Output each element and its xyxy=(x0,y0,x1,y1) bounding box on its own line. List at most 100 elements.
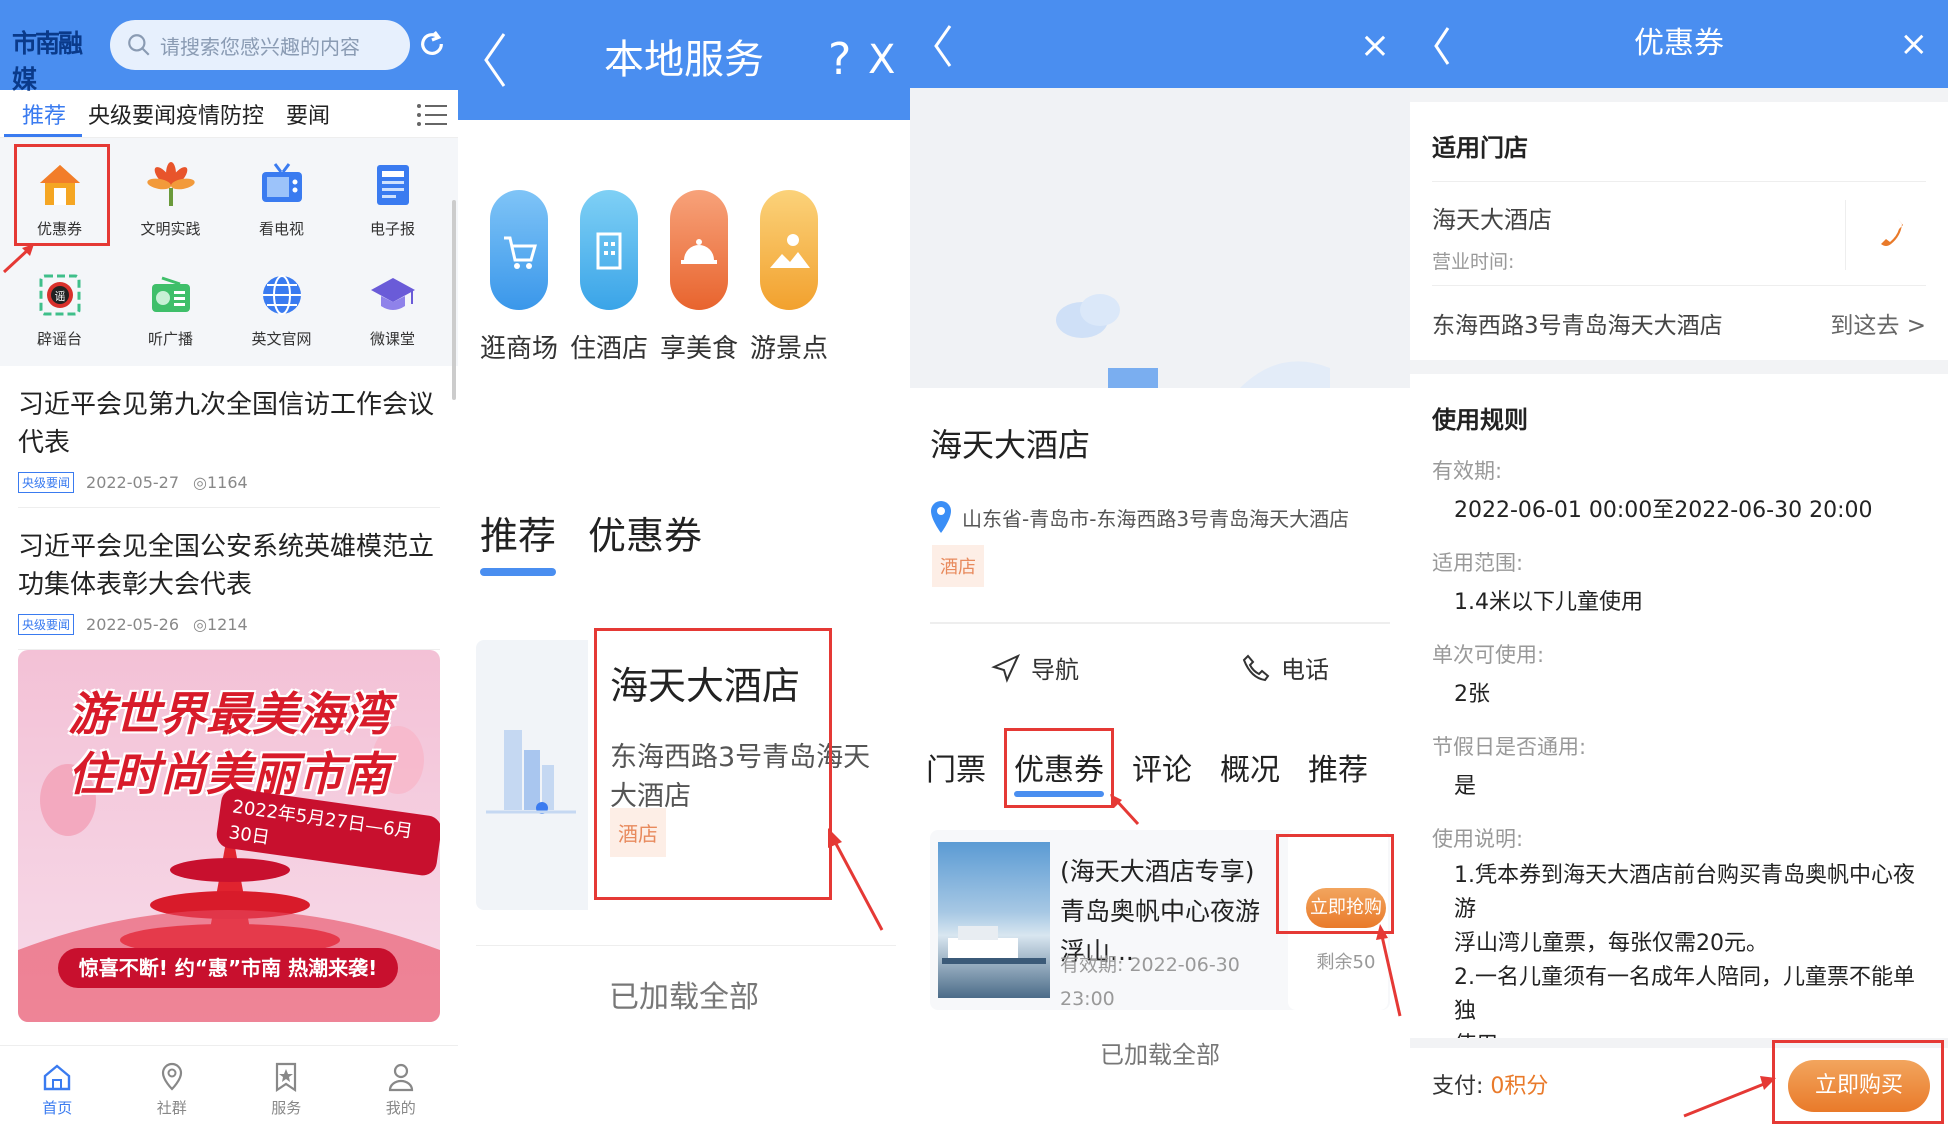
spacer xyxy=(1410,360,1948,374)
svg-text:谣: 谣 xyxy=(54,290,65,303)
globe-icon xyxy=(262,274,301,315)
nav-service[interactable]: 服务 xyxy=(229,1046,344,1132)
store-section: 适用门店 海天大酒店 营业时间: 东海西路3号青岛海天大酒店 到这去 > xyxy=(1410,102,1948,360)
grid-item-rumor[interactable]: 谣 辟谣台 xyxy=(4,256,115,362)
hotel-location: 山东省-青岛市-东海西路3号青岛海天大酒店 xyxy=(930,500,1349,534)
tab-coupon[interactable]: 优惠券 xyxy=(588,505,702,560)
phone-icon[interactable] xyxy=(1874,216,1908,250)
grid-item-civilization[interactable]: 文明实践 xyxy=(115,146,226,252)
news-views: 1214 xyxy=(206,615,248,634)
nav-community[interactable]: 社群 xyxy=(115,1046,230,1132)
category-scenic[interactable]: 游景点 xyxy=(744,190,834,365)
loaded-all-text: 已加载全部 xyxy=(609,980,759,1015)
grid-label: 英文官网 xyxy=(251,329,312,348)
tab-tickets[interactable]: 门票 xyxy=(926,745,986,789)
house-icon xyxy=(39,164,80,205)
grab-now-button[interactable]: 立即抢购 xyxy=(1306,888,1386,928)
radio-icon xyxy=(151,276,190,312)
grid-label: 电子报 xyxy=(369,219,415,238)
scrollbar[interactable] xyxy=(452,200,456,400)
promo-banner[interactable]: 游世界最美海湾 住时尚美丽市南 2022年5月27日—6月30日 惊喜不断! 约… xyxy=(18,650,440,1022)
help-icon[interactable]: ? xyxy=(828,30,851,90)
coupon-card[interactable]: (海天大酒店专享) 青岛奥帆中心夜游浮山... 有效期: 2022-06-30 … xyxy=(930,830,1390,1010)
services-header: 本地服务 ? X xyxy=(458,0,910,120)
close-icon[interactable]: × xyxy=(1360,22,1390,70)
home-header: 市南融媒 请搜索您感兴趣的内容 xyxy=(0,0,458,94)
news-item[interactable]: 习近平会见第九次全国信访工作会议代表 央级要闻 2022-05-27 ◎ 116… xyxy=(18,366,440,508)
category-mall[interactable]: 逛商场 xyxy=(474,190,564,365)
coupon-validity: 有效期: 2022-06-30 23:00 xyxy=(1060,948,1260,1016)
nav-label: 社群 xyxy=(156,1098,187,1117)
rule-label: 使用说明: xyxy=(1432,827,1524,851)
tab-central-news[interactable]: 央级要闻 xyxy=(88,98,176,130)
tab-coupon[interactable]: 优惠券 xyxy=(1014,745,1104,797)
grid-label: 优惠券 xyxy=(36,219,82,238)
grid-label: 看电视 xyxy=(258,219,304,238)
coupon-detail-screen: 优惠券 × 适用门店 海天大酒店 营业时间: 东海西路3号青岛海天大酒店 到这去… xyxy=(1410,0,1948,1132)
go-here-link[interactable]: 到这去 > xyxy=(1830,306,1926,340)
flower-icon xyxy=(146,161,195,206)
tab-recommend[interactable]: 推荐 xyxy=(1308,745,1368,789)
category-hotel[interactable]: 住酒店 xyxy=(564,190,654,365)
banner-slogan: 惊喜不断! 约“惠”市南 热潮来袭! xyxy=(58,948,398,988)
store-address: 东海西路3号青岛海天大酒店 xyxy=(1432,313,1723,339)
tab-news[interactable]: 要闻 xyxy=(264,98,352,130)
location-pin-icon xyxy=(161,1062,182,1091)
eye-icon: ◎ xyxy=(193,473,207,492)
grid-label: 文明实践 xyxy=(140,219,201,238)
grid-item-tv[interactable]: 看电视 xyxy=(226,146,337,252)
home-icon xyxy=(44,1063,71,1090)
section-title: 适用门店 xyxy=(1432,134,1528,162)
grid-item-micro-class[interactable]: 微课堂 xyxy=(337,256,448,362)
category-label: 逛商场 xyxy=(479,334,558,364)
close-icon[interactable]: X xyxy=(868,30,895,90)
call-button[interactable]: 电话 xyxy=(1160,650,1410,685)
navigate-label: 导航 xyxy=(1031,656,1079,684)
category-food[interactable]: 享美食 xyxy=(654,190,744,365)
category-label: 游景点 xyxy=(749,334,828,364)
dining-bell-icon xyxy=(670,190,728,310)
grid-item-radio[interactable]: 听广播 xyxy=(115,256,226,362)
tab-recommend[interactable]: 推荐 xyxy=(480,505,557,576)
category-label: 享美食 xyxy=(659,334,738,364)
hotel-card[interactable]: 海天大酒店 东海西路3号青岛海天大酒店 酒店 xyxy=(476,640,896,910)
tab-recommend[interactable]: 推荐 xyxy=(0,98,88,130)
back-icon[interactable] xyxy=(930,22,956,70)
grid-item-english-site[interactable]: 英文官网 xyxy=(226,256,337,362)
hotel-name: 海天大酒店 xyxy=(930,426,1091,464)
grid-label: 微课堂 xyxy=(369,329,415,348)
newspaper-icon xyxy=(376,164,409,205)
remaining-count: 剩余50 xyxy=(1316,952,1376,973)
rumor-icon: 谣 xyxy=(39,274,80,315)
nav-label: 我的 xyxy=(385,1098,416,1117)
building-icon xyxy=(580,190,638,310)
nav-home[interactable]: 首页 xyxy=(0,1046,115,1132)
tab-reviews[interactable]: 评论 xyxy=(1132,745,1192,789)
channel-menu-icon[interactable] xyxy=(416,102,448,128)
tab-epidemic[interactable]: 疫情防控 xyxy=(176,98,264,130)
category-label: 住酒店 xyxy=(569,334,648,364)
user-icon xyxy=(388,1063,413,1091)
news-item[interactable]: 习近平会见全国公安系统英雄模范立功集体表彰大会代表 央级要闻 2022-05-2… xyxy=(18,508,440,650)
navigate-button[interactable]: 导航 xyxy=(910,650,1160,685)
grid-item-coupon[interactable]: 优惠券 xyxy=(4,146,115,252)
rule-description-line: 浮山湾儿童票，每张仅需20元。 xyxy=(1454,931,1768,956)
grid-item-epaper[interactable]: 电子报 xyxy=(337,146,448,252)
service-grid: 优惠券 文明实践 看电视 电子报 谣 辟谣台 听广播 英文官网 微课堂 xyxy=(0,138,458,366)
news-list: 习近平会见第九次全国信访工作会议代表 央级要闻 2022-05-27 ◎ 116… xyxy=(0,366,458,650)
store-address-row[interactable]: 东海西路3号青岛海天大酒店 到这去 > xyxy=(1432,285,1926,360)
tab-overview[interactable]: 概况 xyxy=(1220,745,1280,789)
sub-tabs: 推荐 优惠券 xyxy=(480,505,734,576)
buy-now-button[interactable]: 立即购买 xyxy=(1788,1060,1930,1112)
news-views: 1164 xyxy=(206,473,248,492)
refresh-icon[interactable] xyxy=(416,28,448,60)
coupon-header: 优惠券 × xyxy=(1410,0,1948,88)
news-badge: 央级要闻 xyxy=(18,614,75,635)
hotel-thumbnail xyxy=(476,640,588,910)
search-input[interactable]: 请搜索您感兴趣的内容 xyxy=(110,20,410,70)
detail-header: × xyxy=(910,0,1410,88)
close-icon[interactable]: × xyxy=(1900,22,1929,66)
action-row: 导航 电话 xyxy=(910,650,1410,685)
hotel-tag: 酒店 xyxy=(932,545,984,587)
nav-mine[interactable]: 我的 xyxy=(344,1046,459,1132)
